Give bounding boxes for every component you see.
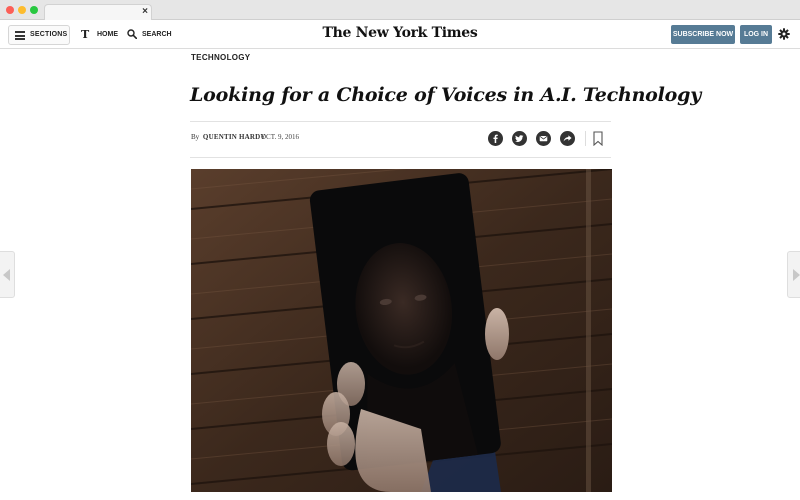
browser-tab[interactable]: × (44, 4, 152, 20)
tab-close-icon[interactable]: × (142, 6, 148, 18)
minimize-window-button[interactable] (18, 6, 26, 14)
previous-article-arrow[interactable] (0, 251, 15, 298)
email-share-button[interactable] (536, 131, 551, 146)
search-label: SEARCH (142, 31, 172, 38)
chevron-right-icon (793, 269, 800, 281)
photo-illustration (191, 169, 612, 492)
publish-date: OCT. 9, 2016 (261, 133, 299, 141)
site-header: SECTIONS T HOME SEARCH The New York Time… (0, 20, 800, 49)
article-headline: Looking for a Choice of Voices in A.I. T… (190, 84, 702, 106)
next-article-arrow[interactable] (787, 251, 800, 298)
login-button[interactable]: LOG IN (740, 25, 772, 44)
article-lead-image[interactable] (191, 169, 612, 492)
nyt-t-icon: T (81, 28, 90, 41)
twitter-share-button[interactable] (512, 131, 527, 146)
sections-label: SECTIONS (30, 31, 68, 38)
home-label: HOME (97, 31, 118, 38)
divider (585, 131, 586, 146)
bookmark-icon[interactable] (593, 131, 603, 146)
byline: By QUENTIN HARDY (191, 133, 266, 141)
search-icon (127, 29, 137, 39)
hamburger-icon (15, 31, 25, 40)
sections-button[interactable]: SECTIONS (8, 25, 70, 45)
chevron-left-icon (3, 269, 10, 281)
more-share-button[interactable] (560, 131, 575, 146)
browser-chrome: × (0, 0, 800, 20)
facebook-icon (493, 134, 498, 143)
email-icon (539, 135, 548, 142)
twitter-icon (515, 135, 524, 143)
section-kicker[interactable]: TECHNOLOGY (191, 53, 250, 62)
author-link[interactable]: QUENTIN HARDY (203, 133, 266, 141)
subscribe-button[interactable]: SUBSCRIBE NOW (671, 25, 735, 44)
divider (190, 121, 611, 122)
share-icon (563, 135, 572, 142)
divider (190, 157, 611, 158)
close-window-button[interactable] (6, 6, 14, 14)
byline-prefix: By (191, 133, 200, 141)
facebook-share-button[interactable] (488, 131, 503, 146)
gear-icon[interactable] (778, 28, 790, 40)
masthead-logo[interactable]: The New York Times (320, 25, 480, 41)
maximize-window-button[interactable] (30, 6, 38, 14)
